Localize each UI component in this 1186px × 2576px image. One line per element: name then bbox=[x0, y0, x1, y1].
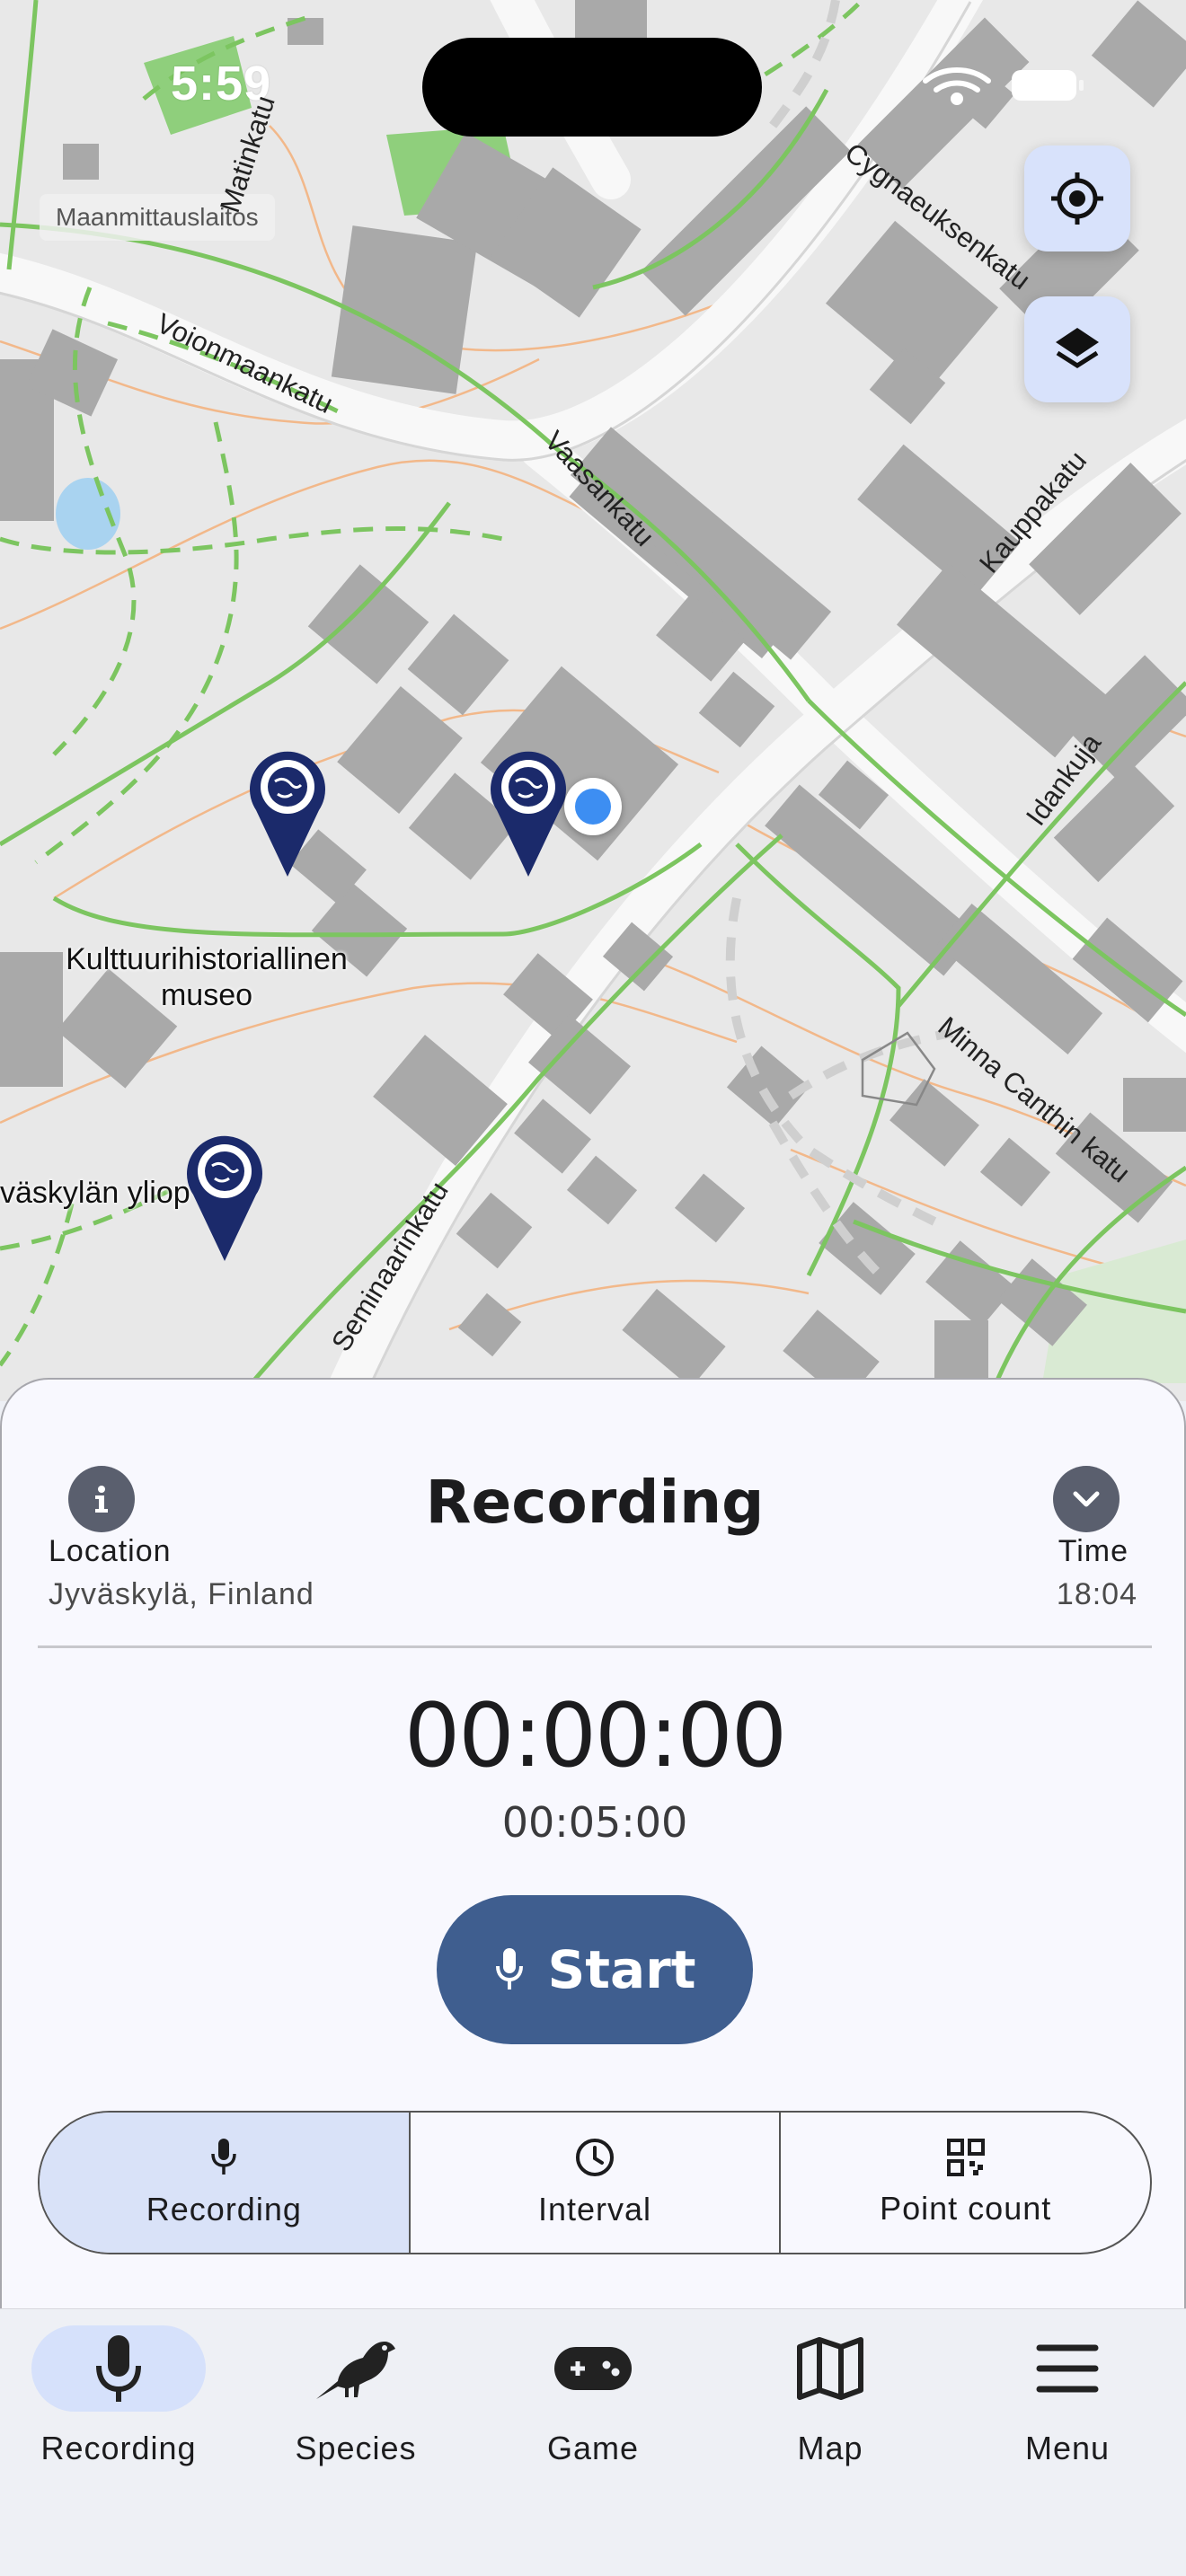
tab-game[interactable]: Game bbox=[474, 2325, 712, 2467]
museum-label-line2: museo bbox=[160, 978, 253, 1012]
microphone-icon bbox=[495, 1948, 523, 1989]
chevron-down-icon bbox=[1073, 1491, 1100, 1507]
status-icons bbox=[923, 67, 1084, 105]
locate-button[interactable] bbox=[1024, 146, 1130, 251]
observation-pin[interactable] bbox=[182, 1128, 267, 1263]
tab-bar: Recording Species Game Map Menu bbox=[0, 2308, 1186, 2576]
mode-label: Recording bbox=[146, 2191, 302, 2228]
sheet-title: Recording bbox=[425, 1468, 765, 1537]
observation-pin[interactable] bbox=[486, 744, 571, 878]
menu-icon bbox=[1036, 2344, 1099, 2393]
mode-selector: Recording Interval Point count bbox=[38, 2111, 1152, 2254]
qr-code-icon bbox=[946, 2139, 985, 2176]
map-view[interactable]: 5:59 Maanmittauslaitos Cygnaeuksenkatu V… bbox=[0, 0, 1186, 1401]
location-label: Location bbox=[49, 1534, 172, 1568]
mode-label: Point count bbox=[880, 2190, 1052, 2227]
tab-label: Recording bbox=[40, 2430, 197, 2466]
elapsed-timer: 00:00:00 bbox=[403, 1685, 787, 1787]
microphone-icon bbox=[211, 2139, 237, 2175]
crosshairs-icon bbox=[1051, 172, 1103, 225]
user-location-dot bbox=[564, 778, 622, 835]
layers-icon bbox=[1056, 328, 1099, 368]
recording-sheet: Recording Location Jyväskylä, Finland Ti… bbox=[0, 1378, 1186, 2312]
tab-species[interactable]: Species bbox=[237, 2325, 474, 2467]
tab-label: Species bbox=[295, 2430, 417, 2466]
observation-pin[interactable] bbox=[245, 744, 330, 878]
map-icon bbox=[797, 2337, 863, 2400]
clock-icon bbox=[576, 2139, 614, 2176]
mode-label: Interval bbox=[537, 2191, 652, 2228]
divider bbox=[38, 1645, 1152, 1648]
time-label: Time bbox=[1058, 1534, 1128, 1568]
dynamic-island bbox=[422, 38, 762, 137]
tab-menu[interactable]: Menu bbox=[949, 2325, 1186, 2467]
gamepad-icon bbox=[554, 2347, 632, 2390]
microphone-icon bbox=[96, 2335, 141, 2402]
tab-label: Map bbox=[797, 2430, 863, 2466]
battery-icon bbox=[1012, 70, 1084, 101]
museum-label-line1: Kulttuurihistoriallinen bbox=[66, 942, 348, 976]
tab-map[interactable]: Map bbox=[712, 2325, 949, 2467]
layers-button[interactable] bbox=[1024, 296, 1130, 402]
collapse-button[interactable] bbox=[1053, 1466, 1120, 1532]
wifi-icon bbox=[923, 67, 991, 105]
duration-value[interactable]: 00:05:00 bbox=[2, 1798, 1186, 1847]
location-value: Jyväskylä, Finland bbox=[49, 1577, 314, 1611]
tab-label: Menu bbox=[1024, 2430, 1111, 2466]
mode-interval[interactable]: Interval bbox=[411, 2113, 782, 2253]
tab-label: Game bbox=[546, 2430, 640, 2466]
start-button[interactable]: Start bbox=[437, 1895, 753, 2044]
time-value: 18:04 bbox=[1056, 1577, 1137, 1611]
university-label: väskylän yliop bbox=[0, 1176, 190, 1210]
bird-icon bbox=[316, 2342, 395, 2399]
start-label: Start bbox=[547, 1939, 696, 2000]
museum-label: Kulttuurihistoriallinen museo bbox=[54, 941, 359, 1013]
mode-recording[interactable]: Recording bbox=[40, 2113, 411, 2253]
tab-recording[interactable]: Recording bbox=[0, 2325, 237, 2467]
mode-point-count[interactable]: Point count bbox=[781, 2113, 1150, 2253]
